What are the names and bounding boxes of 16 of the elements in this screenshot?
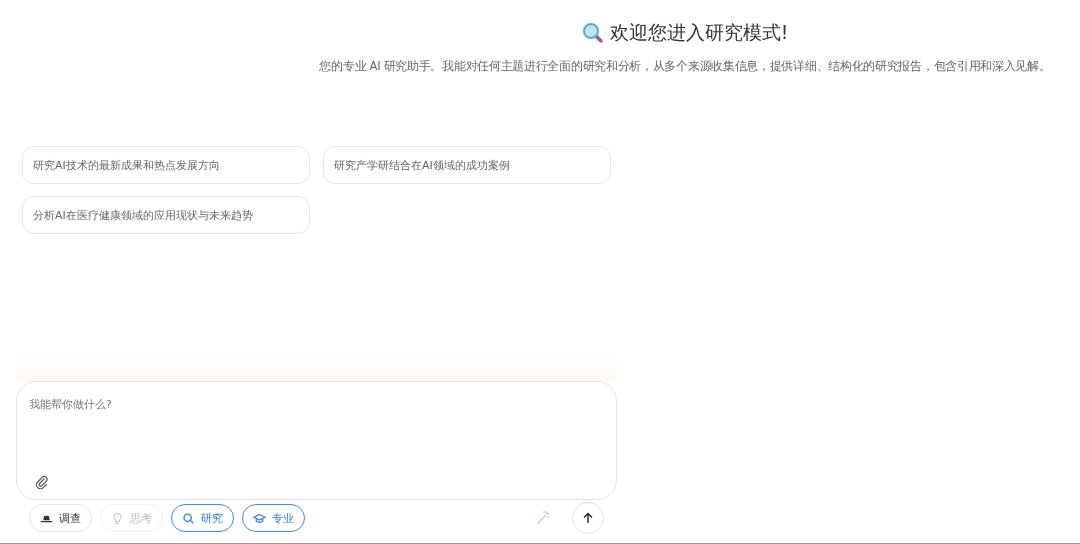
arrow-up-icon (582, 512, 594, 524)
message-input[interactable]: 我能帮你做什么? (29, 398, 604, 411)
paperclip-icon[interactable] (35, 475, 49, 489)
graduation-cap-icon (253, 511, 266, 525)
suggestion-card[interactable]: 研究产学研结合在AI领域的成功案例 (323, 146, 611, 184)
mode-button[interactable]: 调查 (29, 504, 92, 532)
suggestion-card[interactable]: 研究AI技术的最新成果和热点发展方向 (22, 146, 310, 184)
mode-button[interactable]: 研究 (171, 504, 234, 532)
search-icon (182, 511, 195, 525)
lightbulb-icon (111, 511, 124, 525)
page-title: 欢迎您进入研究模式! (609, 20, 789, 45)
page-subtitle: 您的专业 AI 研究助手。我能对任何主题进行全面的研究和分析，从多个来源收集信息，提供详细、结构化的研究报告，包含引用和深入见解。 (319, 59, 1051, 74)
suggestion-card[interactable]: 分析AI在医疗健康领域的应用现状与未来趋势 (22, 196, 310, 234)
send-button[interactable] (572, 502, 604, 534)
mode-button[interactable]: 专业 (242, 504, 305, 532)
magnifier-icon (581, 22, 604, 44)
